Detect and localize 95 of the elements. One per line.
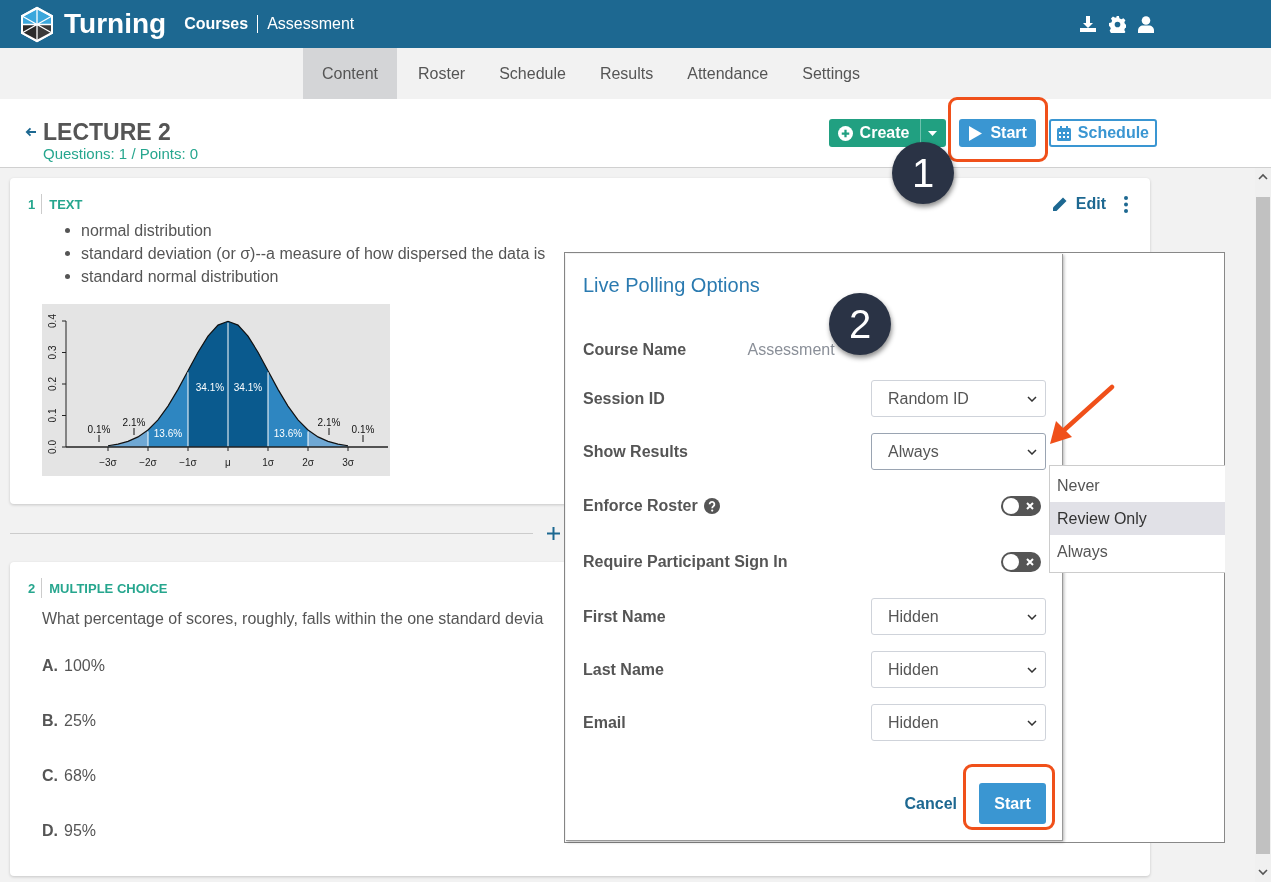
field-value: Assessment bbox=[747, 340, 835, 359]
option-letter: A. bbox=[42, 657, 58, 675]
nav-tab[interactable]: Schedule bbox=[486, 48, 579, 99]
select-field[interactable]: Always bbox=[871, 433, 1046, 470]
toggle-switch[interactable] bbox=[1001, 552, 1041, 572]
play-icon bbox=[968, 124, 984, 142]
axis-label: 0.1 bbox=[47, 408, 58, 423]
back-arrow-icon[interactable] bbox=[25, 127, 37, 137]
chevron-icon bbox=[1027, 448, 1037, 455]
axis-label: 2σ bbox=[302, 457, 314, 468]
percent-label: 34.1% bbox=[233, 382, 263, 393]
select-field[interactable]: Random ID bbox=[871, 380, 1046, 417]
percent-label: 34.1% bbox=[195, 382, 225, 393]
option-letter: B. bbox=[42, 712, 58, 730]
axis-label: 0.2 bbox=[47, 377, 58, 391]
nav-tab[interactable]: Content bbox=[303, 48, 398, 99]
axis-label: 0.3 bbox=[47, 345, 58, 360]
nav-tab[interactable]: Settings bbox=[789, 48, 873, 99]
axis-label: 0.0 bbox=[47, 440, 58, 454]
field-label: Email bbox=[583, 713, 626, 732]
dropdown-option[interactable]: Always bbox=[1050, 535, 1225, 568]
select-field[interactable]: Hidden bbox=[871, 704, 1046, 741]
option-text: 68% bbox=[64, 767, 97, 785]
lecture-summary: Questions: 1 / Points: 0 bbox=[43, 145, 199, 162]
dropdown-option[interactable]: Never bbox=[1050, 469, 1225, 502]
caret-icon bbox=[928, 130, 938, 136]
option-letter: C. bbox=[42, 767, 58, 785]
dropdown-option[interactable]: Review Only bbox=[1050, 502, 1225, 535]
field-label: Require Participant Sign In bbox=[583, 553, 788, 571]
cancel-button[interactable]: Cancel bbox=[904, 794, 957, 813]
bullet-text: standard normal distribution bbox=[81, 267, 279, 287]
axis-label: 1σ bbox=[262, 457, 274, 468]
axis-label: −2σ bbox=[139, 457, 157, 468]
question-type: MULTIPLE CHOICE bbox=[49, 580, 168, 596]
leader-line bbox=[133, 427, 135, 436]
chevron-icon bbox=[1027, 666, 1037, 673]
option-text: 95% bbox=[64, 822, 97, 840]
chevron-icon bbox=[1027, 395, 1037, 402]
bullet-icon bbox=[65, 251, 70, 256]
field-label: Last Name bbox=[583, 660, 664, 679]
toggle-switch[interactable] bbox=[1001, 496, 1041, 516]
user-icon[interactable] bbox=[1138, 15, 1154, 33]
plus-circle-icon bbox=[837, 125, 853, 141]
chevron-icon bbox=[1027, 719, 1037, 726]
settings-icon[interactable] bbox=[1109, 15, 1126, 33]
add-icon[interactable] bbox=[547, 526, 560, 540]
breadcrumb-current: Assessment bbox=[267, 15, 355, 33]
option-letter: D. bbox=[42, 822, 58, 840]
nav-tab[interactable]: Results bbox=[586, 48, 667, 99]
edit-button[interactable]: Edit bbox=[1050, 195, 1106, 213]
calendar-icon bbox=[1056, 125, 1071, 141]
axis-label: −1σ bbox=[179, 457, 197, 468]
leader-line bbox=[98, 434, 100, 443]
field-label: Course Name bbox=[583, 340, 687, 359]
breadcrumb-link[interactable]: Courses bbox=[184, 15, 249, 33]
field-label: Session ID bbox=[583, 389, 665, 408]
percent-label: 13.6% bbox=[153, 428, 183, 440]
field-label: First Name bbox=[583, 607, 666, 626]
field-label: Show Results bbox=[583, 442, 688, 461]
bullet-icon bbox=[65, 274, 70, 279]
bullet-text: normal distribution bbox=[81, 221, 212, 241]
pencil-icon bbox=[1050, 195, 1068, 213]
leader-line bbox=[362, 434, 364, 443]
option-text: 100% bbox=[64, 657, 105, 675]
brand-name: Turning bbox=[64, 8, 167, 40]
download-icon[interactable] bbox=[1079, 15, 1097, 33]
help-icon[interactable] bbox=[703, 498, 720, 514]
axis-label: μ bbox=[225, 457, 231, 468]
more-options-icon[interactable] bbox=[1124, 195, 1128, 213]
chevron-icon bbox=[1027, 613, 1037, 620]
select-field[interactable]: Hidden bbox=[871, 598, 1046, 635]
percent-label: 13.6% bbox=[273, 428, 303, 440]
lecture-title: LECTURE 2 bbox=[43, 119, 171, 145]
pointer-arrow bbox=[1048, 384, 1116, 446]
nav-tab[interactable]: Roster bbox=[405, 48, 479, 99]
axis-label: 0.4 bbox=[47, 314, 58, 328]
percent-label: 2.1% bbox=[317, 417, 341, 428]
percent-label: 0.1% bbox=[351, 424, 375, 435]
percent-label: 2.1% bbox=[122, 417, 146, 428]
nav-tab[interactable]: Attendance bbox=[674, 48, 782, 99]
bullet-icon bbox=[65, 228, 70, 233]
axis-label: 3σ bbox=[342, 457, 354, 468]
dialog-title: Live Polling Options bbox=[583, 273, 761, 298]
leader-line bbox=[328, 427, 330, 436]
field-label: Enforce Roster bbox=[583, 497, 698, 515]
question-number: 2 bbox=[27, 580, 37, 596]
option-text: 25% bbox=[64, 712, 97, 730]
question-prompt: What percentage of scores, roughly, falls within the one standard devia bbox=[42, 609, 544, 629]
select-field[interactable]: Hidden bbox=[871, 651, 1046, 688]
percent-label: 0.1% bbox=[87, 424, 111, 435]
logo-icon bbox=[20, 5, 54, 43]
bullet-text: standard deviation (or σ)--a measure of how dispersed the data is bbox=[81, 244, 546, 264]
axis-label: −3σ bbox=[99, 457, 117, 468]
question-number: 1 bbox=[27, 196, 37, 212]
question-type: TEXT bbox=[49, 196, 83, 212]
